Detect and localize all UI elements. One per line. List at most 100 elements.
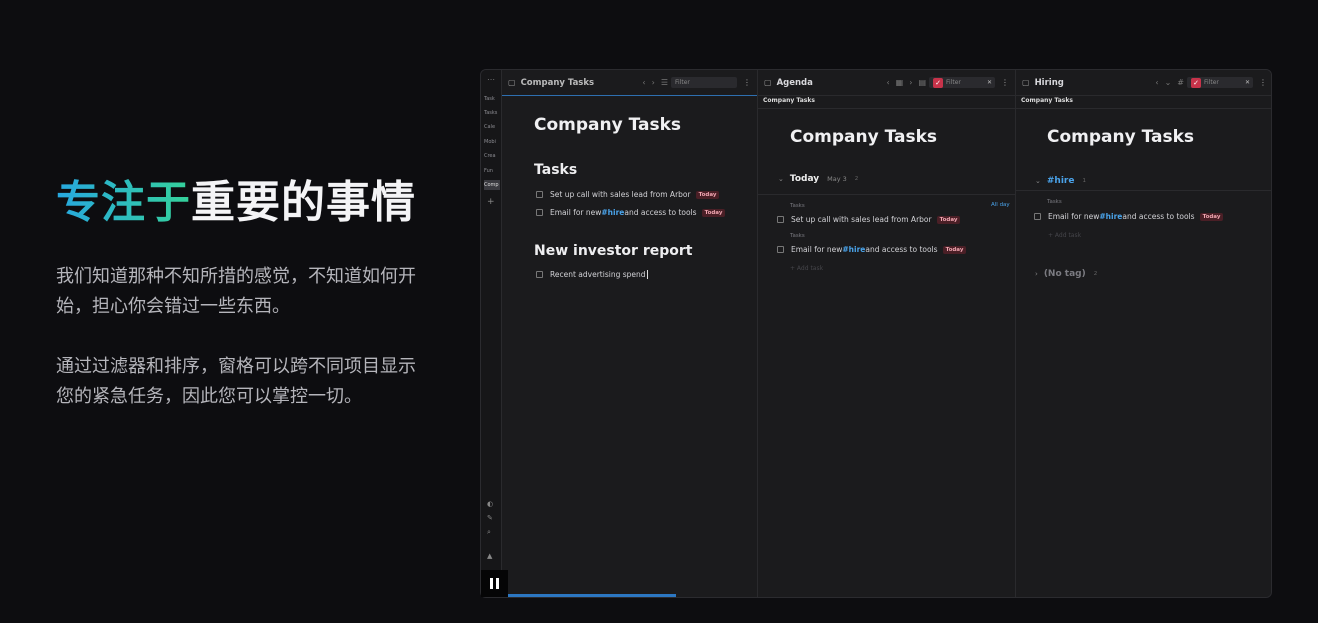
chevron-down-icon[interactable]: ⌄ <box>1035 177 1041 185</box>
edit-icon[interactable]: ✎ <box>487 514 493 522</box>
forward-icon[interactable]: › <box>909 78 912 87</box>
more-icon[interactable]: ⋮ <box>1259 78 1267 87</box>
group-label: (No tag) <box>1043 269 1086 279</box>
tag-group-hire[interactable]: ⌄ #hire 1 <box>1035 176 1086 186</box>
warning-icon[interactable]: ▲ <box>487 552 492 560</box>
task-row[interactable]: Set up call with sales lead from Arbor T… <box>536 190 720 199</box>
video-progress-bar[interactable] <box>508 594 676 597</box>
hero-title: 专注于重要的事情 <box>56 178 426 228</box>
pane-icon: ▢ <box>508 78 516 87</box>
more-icon[interactable]: ⋮ <box>1001 78 1009 87</box>
task-project: Tasks <box>790 233 805 239</box>
sidebar-item[interactable]: Fun <box>484 166 500 176</box>
task-project: Tasks <box>1047 199 1062 205</box>
add-task-button[interactable]: + Add task <box>790 265 823 272</box>
pane-header: ▢ Agenda ‹ ▦ › ▤ ✓ Filter ✕ ⋮ <box>758 70 1015 95</box>
task-checkbox[interactable] <box>777 246 784 253</box>
layout-icon[interactable]: ▤ <box>918 78 926 87</box>
calendar-icon[interactable]: ▦ <box>896 78 904 87</box>
task-text-pre: Email for new <box>791 245 843 254</box>
sidebar-item[interactable]: Tasks <box>484 108 500 118</box>
chevron-down-icon[interactable]: ⌄ <box>778 175 784 183</box>
text-cursor <box>646 270 648 279</box>
chevron-right-icon[interactable]: › <box>1035 270 1038 278</box>
more-icon[interactable]: ⋮ <box>743 78 751 87</box>
back-icon[interactable]: ‹ <box>1155 78 1158 87</box>
task-text-post: and access to tools <box>624 208 697 217</box>
page-title: Company Tasks <box>534 115 682 135</box>
hero-title-rest: 重要的事情 <box>191 177 416 228</box>
task-row[interactable]: Email for new #hire and access to tools … <box>536 208 726 217</box>
breadcrumb[interactable]: Company Tasks <box>1021 97 1073 104</box>
task-checkbox[interactable] <box>536 191 543 198</box>
task-text: Set up call with sales lead from Arbor <box>791 215 932 224</box>
task-text-pre: Email for new <box>550 208 602 217</box>
due-badge: Today <box>1199 212 1224 221</box>
task-checkbox[interactable] <box>777 216 784 223</box>
due-badge: Today <box>936 215 961 224</box>
filter-input[interactable]: ✓ Filter ✕ <box>929 77 995 88</box>
pane-agenda: ▢ Agenda ‹ ▦ › ▤ ✓ Filter ✕ ⋮ Company Task… <box>758 70 1016 597</box>
task-checkbox[interactable] <box>1034 213 1041 220</box>
task-checkbox[interactable] <box>536 209 543 216</box>
breadcrumb[interactable]: Company Tasks <box>763 97 815 104</box>
pane-icon: ▢ <box>764 78 772 87</box>
group-count: 2 <box>854 176 859 182</box>
task-text-post: and access to tools <box>865 245 938 254</box>
task-row[interactable]: Email for new #hire and access to tools … <box>777 245 967 254</box>
clear-icon[interactable]: ✕ <box>1245 77 1250 88</box>
filter-placeholder: Filter <box>946 79 961 86</box>
back-icon[interactable]: ‹ <box>886 78 889 87</box>
section-title: Tasks <box>534 162 578 178</box>
pause-button[interactable] <box>481 570 508 597</box>
chevron-down-icon[interactable]: ⌄ <box>1165 78 1172 87</box>
pane-title: Company Tasks <box>520 77 595 88</box>
tag-group-no-tag[interactable]: › (No tag) 2 <box>1035 269 1097 279</box>
pane-title: Hiring <box>1034 77 1064 88</box>
task-text-pre: Email for new <box>1048 212 1100 221</box>
tag-link[interactable]: #hire <box>601 208 624 217</box>
clear-icon[interactable]: ✕ <box>987 77 992 88</box>
task-text[interactable]: Recent advertising spend <box>550 270 646 279</box>
sidebar-item[interactable]: Mobi <box>484 137 500 147</box>
sidebar-item-active[interactable]: Comp <box>484 180 500 190</box>
group-label: #hire <box>1046 176 1075 186</box>
sidebar: ⋯ Task Tasks Cale Mobi Crea Fun Comp + ◐… <box>481 70 502 597</box>
collapse-icon[interactable]: ⋯ <box>487 75 495 84</box>
group-count: 1 <box>1082 178 1086 184</box>
group-date: May 3 <box>827 175 847 183</box>
hero-paragraph-1: 我们知道那种不知所措的感觉，不知道如何开始，担心你会错过一些东西。 <box>56 266 416 317</box>
group-count: 2 <box>1093 271 1098 277</box>
add-task-button[interactable]: + Add task <box>1048 232 1081 239</box>
tag-link[interactable]: #hire <box>1099 212 1122 221</box>
add-project-icon[interactable]: + <box>487 197 495 207</box>
pane-hiring: ▢ Hiring ‹ ⌄ # ✓ Filter ✕ ⋮ Company Tasks … <box>1016 70 1271 597</box>
sidebar-item[interactable]: Crea <box>484 151 500 161</box>
check-icon: ✓ <box>933 77 943 88</box>
filter-input[interactable]: Filter <box>671 77 737 88</box>
page-title: Company Tasks <box>1047 127 1195 147</box>
task-project: Tasks <box>790 203 805 209</box>
hero-paragraph-2: 通过过滤器和排序，窗格可以跨不同项目显示您的紧急任务，因此您可以掌控一切。 <box>56 356 416 407</box>
list-icon[interactable]: ☰ <box>661 78 668 87</box>
hash-icon[interactable]: # <box>1177 78 1184 87</box>
task-text-post: and access to tools <box>1122 212 1195 221</box>
pause-icon <box>490 578 493 589</box>
tag-link[interactable]: #hire <box>842 245 865 254</box>
task-row[interactable]: Recent advertising spend <box>536 270 648 279</box>
moon-icon[interactable]: ◐ <box>487 500 493 508</box>
sidebar-item[interactable]: Task <box>484 94 500 104</box>
task-row[interactable]: Email for new #hire and access to tools … <box>1034 212 1224 221</box>
check-icon: ✓ <box>1191 77 1201 88</box>
hero-title-highlight: 专注于 <box>56 177 191 228</box>
task-checkbox[interactable] <box>536 271 543 278</box>
back-icon[interactable]: ‹ <box>642 78 645 87</box>
sidebar-item[interactable]: Cale <box>484 122 500 132</box>
forward-icon[interactable]: › <box>652 78 655 87</box>
agenda-group-today[interactable]: ⌄ Today May 3 2 <box>778 174 858 184</box>
pane-header: ▢ Hiring ‹ ⌄ # ✓ Filter ✕ ⋮ <box>1016 70 1271 95</box>
filter-input[interactable]: ✓ Filter ✕ <box>1187 77 1253 88</box>
search-icon[interactable]: ⌕ <box>487 528 491 537</box>
task-row[interactable]: Set up call with sales lead from Arbor T… <box>777 215 961 224</box>
hero-section: 专注于重要的事情 我们知道那种不知所措的感觉，不知道如何开始，担心你会错过一些东… <box>56 178 426 412</box>
